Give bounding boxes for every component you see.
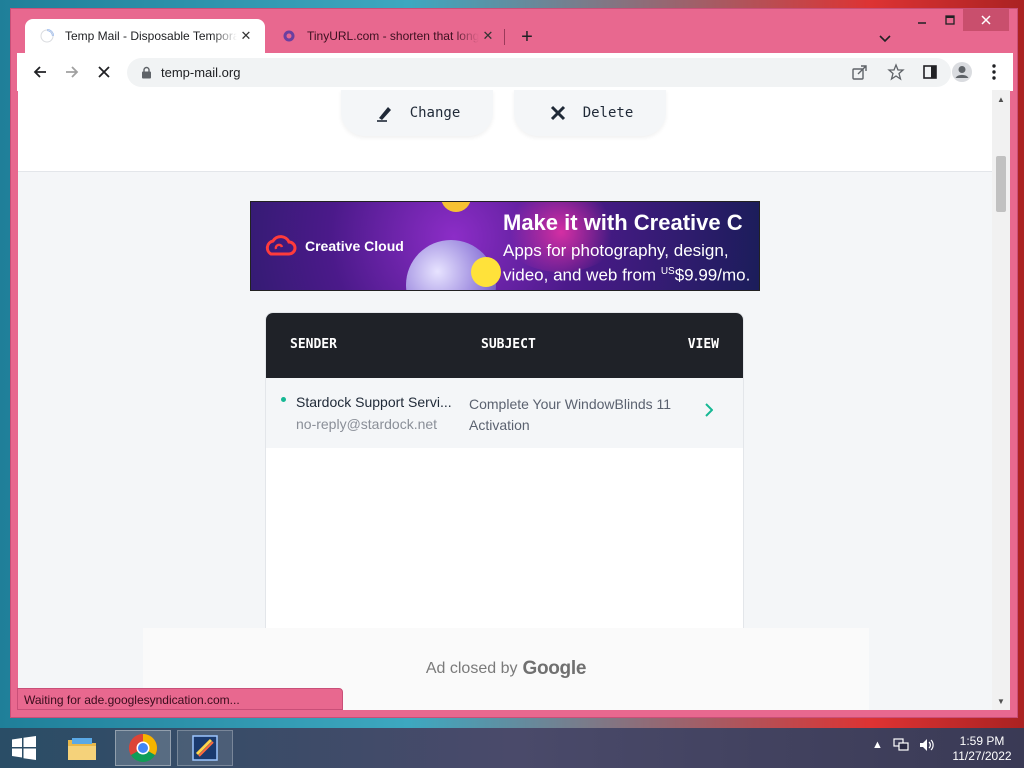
- loading-spinner-icon: [39, 28, 55, 44]
- pen-icon: [374, 102, 396, 124]
- tab-tinyurl[interactable]: TinyURL.com - shorten that long URL ✕: [267, 19, 507, 53]
- ad-closed-text: Ad closed by: [425, 660, 518, 677]
- taskbar-clock[interactable]: 1:59 PM 11/27/2022: [944, 734, 1020, 764]
- change-button[interactable]: Change: [341, 90, 493, 136]
- close-icon: [98, 66, 110, 78]
- windows-logo-icon: [12, 736, 36, 760]
- browser-toolbar: temp-mail.org: [17, 53, 1013, 91]
- system-tray: ▲: [872, 738, 935, 752]
- taskbar: ▲ 1:59 PM 11/27/2022: [0, 728, 1024, 768]
- tab-close-icon[interactable]: ✕: [479, 27, 497, 45]
- kebab-menu-icon: [992, 64, 996, 80]
- x-icon: [547, 102, 569, 124]
- page-scrollbar[interactable]: ▲ ▼: [992, 90, 1010, 710]
- creative-cloud-icon: [265, 235, 297, 256]
- profile-icon: [952, 62, 972, 82]
- address-bar[interactable]: temp-mail.org: [127, 58, 951, 87]
- ad-price: $9.99/mo.: [674, 265, 751, 285]
- network-icon[interactable]: [893, 738, 909, 752]
- ad-graphic: [441, 202, 471, 212]
- creative-cloud-logo: Creative Cloud: [263, 234, 404, 258]
- volume-icon[interactable]: [919, 738, 935, 752]
- folder-icon: [68, 738, 96, 760]
- scroll-down-icon[interactable]: ▼: [992, 694, 1010, 708]
- browser-menu-button[interactable]: [981, 59, 1007, 85]
- start-button[interactable]: [4, 732, 44, 764]
- side-panel-icon: [923, 65, 937, 79]
- ad-subline-2-pre: video, and web from: [503, 265, 661, 285]
- message-sender-email: no-reply@stardock.net: [296, 416, 438, 432]
- tab-search-button[interactable]: [873, 27, 897, 51]
- page-viewport: Change Delete Creative Cloud Make it wit…: [18, 90, 993, 710]
- chevron-right-icon[interactable]: [702, 400, 716, 420]
- arrow-left-icon: [33, 66, 46, 78]
- tab-title: TinyURL.com - shorten that long URL: [307, 29, 479, 43]
- ad-subline: Apps for photography, design, video, and…: [503, 240, 759, 286]
- tab-separator: [504, 29, 505, 45]
- email-actions-band: Change Delete: [18, 90, 993, 172]
- star-icon[interactable]: [887, 63, 905, 86]
- column-header-view: VIEW: [687, 337, 719, 352]
- tab-close-icon[interactable]: ✕: [237, 27, 255, 45]
- scroll-up-icon[interactable]: ▲: [992, 92, 1010, 106]
- tab-strip: Temp Mail - Disposable Temporary Email ✕…: [11, 9, 1017, 53]
- tab-temp-mail[interactable]: Temp Mail - Disposable Temporary Email ✕: [25, 19, 265, 53]
- maximize-button[interactable]: [937, 9, 963, 31]
- message-subject: Complete Your WindowBlinds 11 Activation: [469, 396, 672, 433]
- column-header-sender: SENDER: [290, 337, 337, 352]
- chevron-down-icon: [879, 35, 891, 43]
- delete-label: Delete: [582, 105, 634, 121]
- taskbar-file-explorer[interactable]: [54, 730, 110, 766]
- address-text: temp-mail.org: [161, 65, 241, 80]
- close-window-button[interactable]: [963, 9, 1009, 31]
- arrow-right-icon: [66, 66, 79, 78]
- ad-brand: Creative Cloud: [305, 238, 404, 254]
- side-panel-button[interactable]: [917, 59, 943, 85]
- change-label: Change: [409, 105, 461, 121]
- ad-graphic: [471, 257, 501, 287]
- windowblinds-icon: [192, 735, 218, 761]
- clock-date: 11/27/2022: [952, 749, 1012, 763]
- ad-subline-2: video, and web from US$9.99/mo.: [503, 261, 759, 286]
- tab-title: Temp Mail - Disposable Temporary Email: [65, 29, 237, 43]
- profile-button[interactable]: [949, 59, 975, 85]
- taskbar-windowblinds[interactable]: [177, 730, 233, 766]
- ad-currency: US: [660, 266, 675, 277]
- inbox-header: SENDER SUBJECT VIEW: [266, 313, 743, 378]
- lock-icon: [139, 66, 153, 80]
- back-button[interactable]: [27, 59, 53, 85]
- share-icon[interactable]: [851, 63, 869, 86]
- status-bubble: Waiting for ade.googlesyndication.com...: [17, 688, 343, 710]
- unread-dot-icon: [281, 397, 286, 402]
- clock-time: 1:59 PM: [959, 734, 1005, 748]
- chrome-icon: [129, 734, 157, 762]
- inbox-message-row[interactable]: Stardock Support Servi... no-reply@stard…: [266, 378, 743, 448]
- message-sender-name: Stardock Support Servi...: [296, 394, 452, 410]
- column-header-subject: SUBJECT: [481, 337, 536, 352]
- forward-button[interactable]: [59, 59, 85, 85]
- creative-cloud-ad[interactable]: Creative Cloud Make it with Creative C A…: [250, 201, 760, 291]
- tinyurl-icon: [281, 28, 297, 44]
- stop-loading-button[interactable]: [91, 59, 117, 85]
- taskbar-chrome[interactable]: [115, 730, 171, 766]
- ad-subline-1: Apps for photography, design,: [503, 241, 729, 260]
- minimize-button[interactable]: [909, 9, 935, 31]
- delete-button[interactable]: Delete: [514, 90, 666, 136]
- scrollbar-thumb[interactable]: [996, 156, 1006, 212]
- tray-expand-icon[interactable]: ▲: [872, 739, 883, 751]
- google-logo: Google: [522, 658, 587, 679]
- ad-headline: Make it with Creative C: [503, 210, 743, 235]
- new-tab-button[interactable]: +: [515, 25, 539, 49]
